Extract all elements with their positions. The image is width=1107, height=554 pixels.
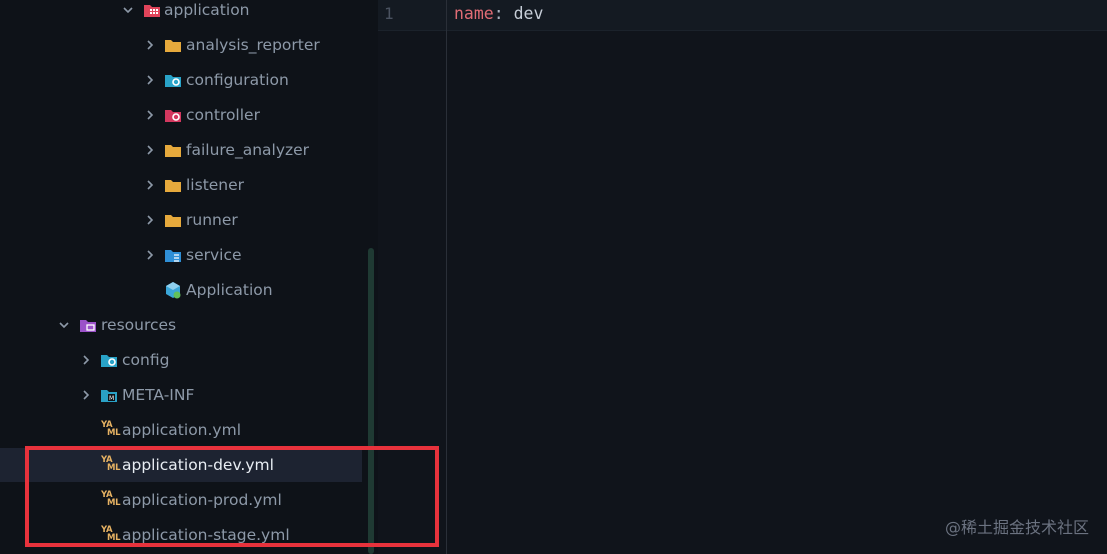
yaml-key: name bbox=[454, 4, 494, 23]
tree-item-label: application-dev.yml bbox=[122, 456, 274, 474]
chevron-right-icon[interactable] bbox=[144, 249, 156, 261]
tree-item-label: application-stage.yml bbox=[122, 526, 290, 544]
tree-item-analysis-reporter[interactable]: analysis_reporter bbox=[0, 28, 362, 62]
line-gutter: 1 bbox=[378, 0, 447, 554]
tree-item-label: listener bbox=[186, 176, 245, 194]
chevron-right-icon[interactable] bbox=[144, 179, 156, 191]
tree-item-resources[interactable]: resources bbox=[0, 308, 362, 342]
tree-item-configuration[interactable]: configuration bbox=[0, 63, 362, 97]
tree-item-controller[interactable]: controller bbox=[0, 98, 362, 132]
tree-item-config[interactable]: config bbox=[0, 343, 362, 377]
tree-item-application-prod-yml[interactable]: YA ML application-prod.yml bbox=[0, 483, 362, 517]
tree-item-label: configuration bbox=[186, 71, 289, 89]
tree-item-label: Application bbox=[186, 281, 273, 299]
folder-icon bbox=[164, 176, 182, 194]
folder-icon bbox=[164, 36, 182, 54]
chevron-down-icon[interactable] bbox=[58, 319, 70, 331]
tree-item-application-yml[interactable]: YA ML application.yml bbox=[0, 413, 362, 447]
code-line[interactable]: name: dev bbox=[454, 4, 543, 23]
chevron-right-icon[interactable] bbox=[144, 39, 156, 51]
tree-item-label: application bbox=[164, 1, 250, 19]
tree-item-label: analysis_reporter bbox=[186, 36, 320, 54]
yaml-file-icon: YA ML bbox=[101, 490, 121, 508]
spring-application-icon bbox=[164, 281, 182, 299]
tree-item-label: application-prod.yml bbox=[122, 491, 282, 509]
tree-item-application-package[interactable]: application bbox=[0, 0, 362, 27]
line-number: 1 bbox=[384, 4, 394, 23]
tree-item-failure-analyzer[interactable]: failure_analyzer bbox=[0, 133, 362, 167]
tree-item-label: META-INF bbox=[122, 386, 195, 404]
svg-text:M: M bbox=[109, 395, 114, 402]
tree-item-listener[interactable]: listener bbox=[0, 168, 362, 202]
chevron-right-icon[interactable] bbox=[144, 109, 156, 121]
tree-item-label: resources bbox=[101, 316, 177, 334]
project-tree: application analysis_reporter configurat… bbox=[0, 0, 378, 554]
folder-meta-icon: M bbox=[100, 386, 118, 404]
tree-item-meta-inf[interactable]: M META-INF bbox=[0, 378, 362, 412]
yaml-value: dev bbox=[503, 4, 544, 23]
tree-item-application-class[interactable]: Application bbox=[0, 273, 362, 307]
tree-item-label: service bbox=[186, 246, 242, 264]
folder-service-icon bbox=[164, 246, 182, 264]
chevron-right-icon[interactable] bbox=[80, 389, 92, 401]
yaml-separator: : bbox=[493, 4, 504, 23]
folder-package-icon bbox=[143, 1, 161, 19]
yaml-file-icon: YA ML bbox=[101, 455, 121, 473]
folder-icon bbox=[164, 211, 182, 229]
folder-config-icon bbox=[164, 71, 182, 89]
tree-item-runner[interactable]: runner bbox=[0, 203, 362, 237]
tree-item-label: runner bbox=[186, 211, 238, 229]
chevron-right-icon[interactable] bbox=[144, 144, 156, 156]
folder-icon bbox=[164, 141, 182, 159]
tree-item-application-dev-yml[interactable]: YA ML application-dev.yml bbox=[0, 448, 362, 482]
folder-config-icon bbox=[100, 351, 118, 369]
tree-item-application-stage-yml[interactable]: YA ML application-stage.yml bbox=[0, 518, 362, 552]
tree-item-label: config bbox=[122, 351, 170, 369]
chevron-right-icon[interactable] bbox=[80, 354, 92, 366]
folder-controller-icon bbox=[164, 106, 182, 124]
yaml-file-icon: YA ML bbox=[101, 420, 121, 438]
watermark: @稀土掘金技术社区 bbox=[944, 518, 1089, 537]
chevron-down-icon[interactable] bbox=[122, 4, 134, 16]
tree-item-service[interactable]: service bbox=[0, 238, 362, 272]
folder-resources-icon bbox=[79, 316, 97, 334]
tree-scrollbar[interactable] bbox=[368, 248, 374, 554]
tree-item-label: controller bbox=[186, 106, 260, 124]
tree-item-label: failure_analyzer bbox=[186, 141, 310, 159]
yaml-file-icon: YA ML bbox=[101, 525, 121, 543]
chevron-right-icon[interactable] bbox=[144, 74, 156, 86]
tree-item-label: application.yml bbox=[122, 421, 242, 439]
chevron-right-icon[interactable] bbox=[144, 214, 156, 226]
code-editor[interactable]: 1 name: dev bbox=[378, 0, 1107, 554]
